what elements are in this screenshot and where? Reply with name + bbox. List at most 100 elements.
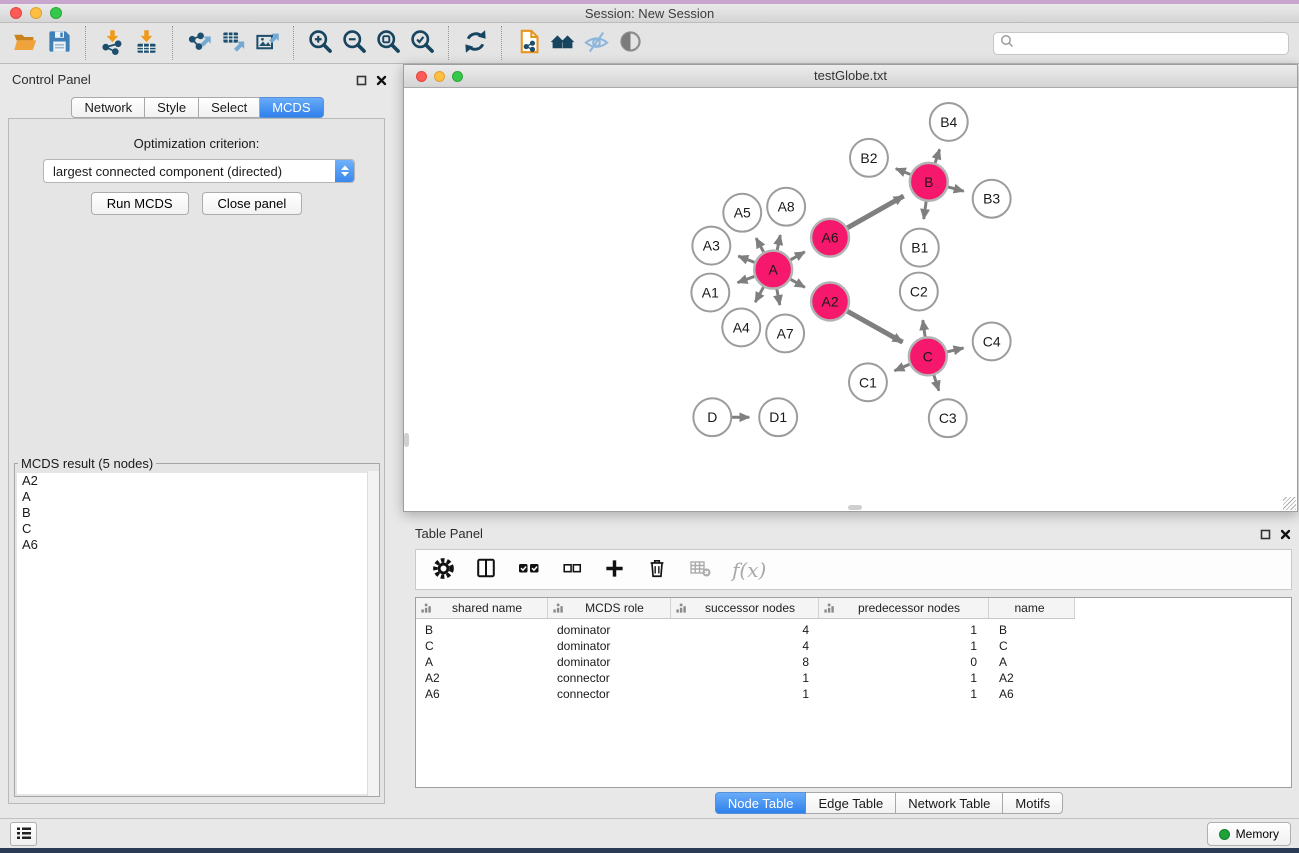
delete-table-button[interactable] (688, 557, 712, 582)
table-cell[interactable]: 1 (819, 671, 989, 685)
table-cell[interactable]: A2 (989, 671, 1075, 685)
graph-edge-A-A1[interactable] (738, 276, 756, 283)
graph-node-C2[interactable]: C2 (900, 273, 938, 311)
mcds-result-item[interactable]: A2 (17, 473, 377, 489)
graph-edge-A-A8[interactable] (777, 235, 780, 251)
save-session-button[interactable] (42, 26, 76, 60)
close-panel-icon[interactable] (376, 73, 387, 91)
horizontal-scrollbar-thumb[interactable] (848, 505, 862, 510)
graph-node-A[interactable]: A (754, 251, 792, 289)
table-cell[interactable]: 1 (671, 671, 819, 685)
delete-column-button[interactable] (646, 557, 668, 582)
table-cell[interactable]: dominator (548, 655, 671, 669)
table-cell[interactable]: A (989, 655, 1075, 669)
graph-edge-C-C3[interactable] (934, 374, 939, 390)
graph-edge-B-B4[interactable] (935, 149, 940, 163)
graph-edge-B-B1[interactable] (924, 201, 927, 219)
table-cell[interactable]: A6 (989, 687, 1075, 701)
graph-edge-A-A6[interactable] (790, 252, 805, 260)
graph-node-A5[interactable]: A5 (723, 194, 761, 232)
graph-node-C4[interactable]: C4 (973, 322, 1011, 360)
graph-node-A6[interactable]: A6 (811, 219, 849, 257)
select-all-rows-button[interactable] (517, 556, 541, 583)
graph-node-C1[interactable]: C1 (849, 363, 887, 401)
table-cell[interactable]: dominator (548, 639, 671, 653)
graph-edge-A-A3[interactable] (738, 256, 755, 263)
memory-button[interactable]: Memory (1207, 822, 1291, 846)
table-row[interactable]: Cdominator41C (416, 638, 1291, 654)
refresh-view-button[interactable] (458, 26, 492, 60)
graph-edge-A6-B[interactable] (847, 196, 904, 228)
close-panel-icon[interactable] (1280, 527, 1291, 545)
tab-mcds[interactable]: MCDS (260, 97, 323, 118)
graph-node-B3[interactable]: B3 (973, 180, 1011, 218)
zoom-in-button[interactable] (303, 26, 337, 60)
table-cell[interactable]: 1 (819, 639, 989, 653)
graph-node-B4[interactable]: B4 (930, 103, 968, 141)
network-window-titlebar[interactable]: testGlobe.txt (404, 65, 1297, 88)
table-cell[interactable]: A2 (416, 671, 548, 685)
hide-graphics-details-button[interactable] (579, 26, 613, 60)
network-overview-button[interactable] (545, 26, 579, 60)
graph-edge-A-A2[interactable] (790, 279, 805, 287)
graph-node-A4[interactable]: A4 (722, 308, 760, 346)
network-graph[interactable]: B4B2BB3A5A8A6A3B1AA1C2A2A4A7C4CC1DD1C3 (404, 88, 1297, 511)
tab-motifs[interactable]: Motifs (1003, 792, 1063, 814)
deselect-all-rows-button[interactable] (561, 557, 583, 582)
float-panel-icon[interactable] (356, 73, 367, 91)
table-cell[interactable]: B (989, 623, 1075, 637)
table-row[interactable]: A6connector11A6 (416, 686, 1291, 702)
search-input[interactable] (1014, 36, 1282, 51)
graph-node-C[interactable]: C (909, 337, 947, 375)
graph-node-C3[interactable]: C3 (929, 399, 967, 437)
table-cell[interactable]: 1 (671, 687, 819, 701)
zoom-fit-button[interactable] (371, 26, 405, 60)
graph-edge-A-A7[interactable] (777, 288, 780, 305)
table-cell[interactable]: 1 (819, 687, 989, 701)
function-builder-icon[interactable]: f(x) (732, 558, 766, 582)
mcds-result-item[interactable]: A (17, 489, 377, 505)
clone-network-button[interactable] (511, 26, 545, 60)
mcds-result-scrollbar[interactable] (367, 471, 379, 796)
tab-network[interactable]: Network (71, 97, 145, 118)
mcds-result-item[interactable]: A6 (17, 537, 377, 553)
zoom-selected-button[interactable] (405, 26, 439, 60)
column-header[interactable]: successor nodes (671, 598, 819, 618)
export-table-button[interactable] (216, 26, 250, 60)
graph-node-B1[interactable]: B1 (901, 229, 939, 267)
graph-edge-B-B2[interactable] (896, 169, 911, 175)
tab-select[interactable]: Select (199, 97, 260, 118)
export-network-button[interactable] (182, 26, 216, 60)
import-network-button[interactable] (95, 26, 129, 60)
zoom-out-button[interactable] (337, 26, 371, 60)
graph-node-A3[interactable]: A3 (692, 227, 730, 265)
table-cell[interactable]: connector (548, 687, 671, 701)
show-graphics-details-button[interactable] (613, 26, 647, 60)
table-row[interactable]: Bdominator41B (416, 622, 1291, 638)
table-cell[interactable]: 4 (671, 623, 819, 637)
column-header[interactable]: MCDS role (548, 598, 671, 618)
table-cell[interactable]: 8 (671, 655, 819, 669)
graph-edge-A-A5[interactable] (756, 238, 764, 253)
table-cell[interactable]: C (416, 639, 548, 653)
graph-edge-C-C1[interactable] (895, 364, 911, 371)
graph-edge-B-B3[interactable] (947, 187, 964, 191)
column-header[interactable]: name (989, 598, 1075, 618)
add-column-button[interactable] (603, 557, 626, 583)
close-panel-button[interactable]: Close panel (202, 192, 303, 215)
graph-node-A2[interactable]: A2 (811, 283, 849, 321)
table-cell[interactable]: B (416, 623, 548, 637)
tab-style[interactable]: Style (145, 97, 199, 118)
table-cell[interactable]: A (416, 655, 548, 669)
import-table-button[interactable] (129, 26, 163, 60)
tab-node-table[interactable]: Node Table (715, 792, 807, 814)
open-file-button[interactable] (8, 26, 42, 60)
graph-edge-C-C2[interactable] (923, 320, 925, 337)
graph-edge-A2-C[interactable] (847, 311, 903, 342)
mcds-result-item[interactable]: B (17, 505, 377, 521)
export-image-button[interactable] (250, 26, 284, 60)
panel-list-button[interactable] (10, 822, 37, 846)
graph-node-A8[interactable]: A8 (767, 188, 805, 226)
table-cell[interactable]: 1 (819, 623, 989, 637)
graph-node-D[interactable]: D (693, 398, 731, 436)
